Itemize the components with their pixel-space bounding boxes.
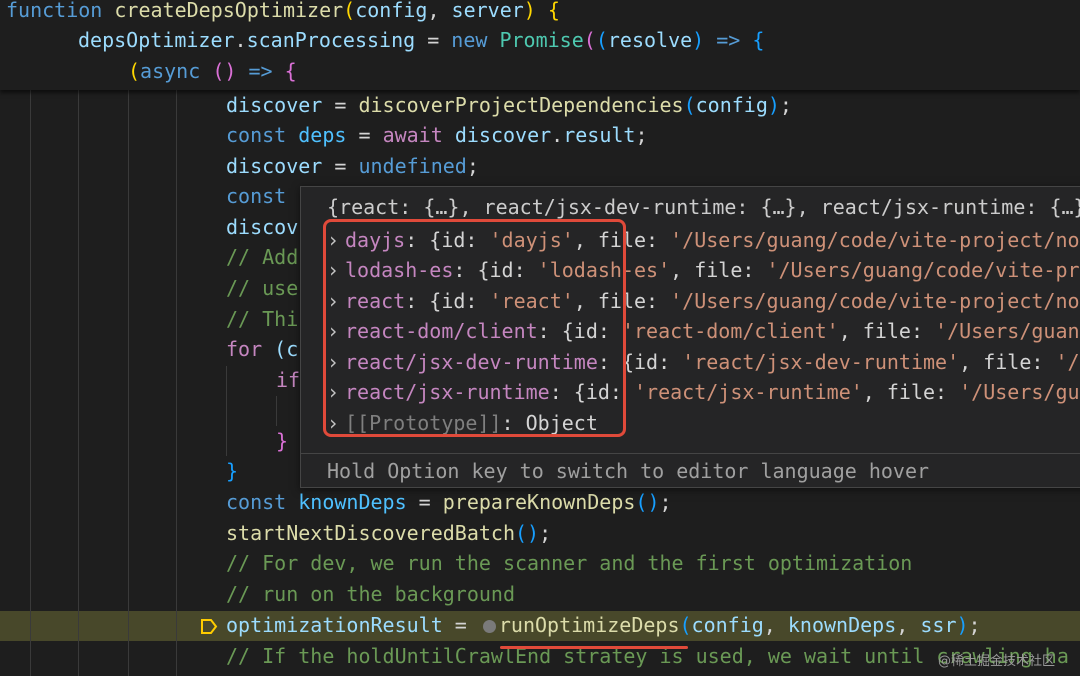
sticky-scroll-header[interactable]: function createDepsOptimizer(config, ser…: [0, 0, 1080, 90]
indent-guide: [226, 366, 227, 456]
code-line-18[interactable]: startNextDiscoveredBatch();: [226, 518, 1080, 549]
code-line-3[interactable]: (async () => {: [128, 56, 1080, 87]
watermark: @稀土掘金技术社区: [938, 654, 1056, 669]
debug-hover-widget[interactable]: {react: {…}, react/jsx-dev-runtime: {…},…: [300, 186, 1080, 488]
inline-breakpoint-icon[interactable]: [482, 620, 496, 633]
indent-guide: [176, 90, 177, 676]
hover-divider: [301, 453, 1080, 454]
annotation-box: [323, 219, 626, 437]
code-line-20[interactable]: // run on the background: [226, 579, 1080, 610]
code-line-1[interactable]: function createDepsOptimizer(config, ser…: [6, 0, 1080, 26]
code-line-4[interactable]: discover = discoverProjectDependencies(c…: [226, 90, 1080, 121]
indent-guide: [128, 90, 129, 676]
code-line-2[interactable]: depsOptimizer.scanProcessing = new Promi…: [78, 25, 1080, 56]
annotation-underline: [500, 646, 688, 649]
debug-stop-arrow-icon[interactable]: [200, 618, 218, 635]
indent-guide: [276, 396, 277, 426]
code-line-5[interactable]: const deps = await discover.result;: [226, 120, 1080, 151]
code-line-17[interactable]: const knownDeps = prepareKnownDeps();: [226, 487, 1080, 518]
code-line-21[interactable]: optimizationResult = runOptimizeDeps(con…: [226, 610, 1080, 641]
code-line-6[interactable]: discover = undefined;: [226, 151, 1080, 182]
code-line-19[interactable]: // For dev, we run the scanner and the f…: [226, 548, 1080, 579]
indent-guide: [30, 90, 31, 676]
hover-status-hint: Hold Option key to switch to editor lang…: [327, 459, 930, 483]
indent-guide: [78, 90, 79, 676]
